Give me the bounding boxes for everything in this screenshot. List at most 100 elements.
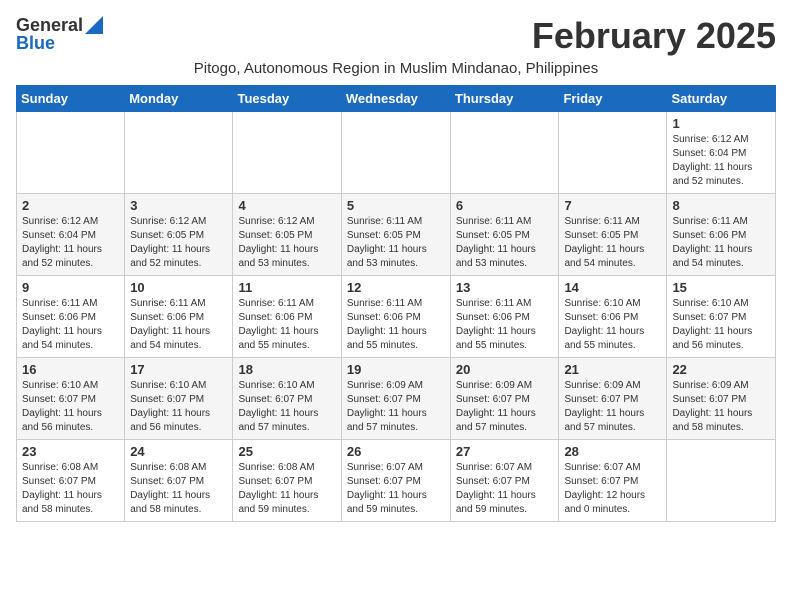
day-header-friday: Friday <box>559 85 667 111</box>
day-info: Sunrise: 6:10 AM Sunset: 6:07 PM Dayligh… <box>22 379 119 435</box>
day-number: 2 <box>22 198 119 213</box>
calendar-cell: 17Sunrise: 6:10 AM Sunset: 6:07 PM Dayli… <box>125 357 233 439</box>
calendar-cell: 3 Sunrise: 6:12 AM Sunset: 6:05 PM Daylig… <box>125 193 233 275</box>
day-number: 24 <box>130 444 227 459</box>
day-header-sunday: Sunday <box>17 85 125 111</box>
day-number: 10 <box>130 280 227 295</box>
calendar-cell: 18 Sunrise: 6:10 AM Sunset: 6:07 PM Dayli… <box>233 357 341 439</box>
logo: General Blue <box>16 16 103 52</box>
day-info: Sunrise: 6:11 AM Sunset: 6:06 PM Dayligh… <box>672 215 770 271</box>
calendar-cell <box>233 111 341 193</box>
calendar-cell: 27 Sunrise: 6:07 AM Sunset: 6:07 PM Dayli… <box>450 439 559 521</box>
calendar-cell: 15 Sunrise: 6:10 AM Sunset: 6:07 PM Dayli… <box>667 275 776 357</box>
day-header-tuesday: Tuesday <box>233 85 341 111</box>
calendar-cell: 24Sunrise: 6:08 AM Sunset: 6:07 PM Dayli… <box>125 439 233 521</box>
day-info: Sunrise: 6:08 AM Sunset: 6:07 PM Dayligh… <box>22 461 119 517</box>
calendar-cell: 9 Sunrise: 6:11 AM Sunset: 6:06 PM Daylig… <box>17 275 125 357</box>
calendar-cell: 23 Sunrise: 6:08 AM Sunset: 6:07 PM Dayli… <box>17 439 125 521</box>
calendar-cell <box>341 111 450 193</box>
day-header-wednesday: Wednesday <box>341 85 450 111</box>
location-title: Pitogo, Autonomous Region in Muslim Mind… <box>16 60 776 77</box>
calendar-cell: 12 Sunrise: 6:11 AM Sunset: 6:06 PM Dayli… <box>341 275 450 357</box>
day-header-saturday: Saturday <box>667 85 776 111</box>
calendar-cell: 26Sunrise: 6:07 AM Sunset: 6:07 PM Dayli… <box>341 439 450 521</box>
day-info: Sunrise: 6:11 AM Sunset: 6:06 PM Dayligh… <box>456 297 554 353</box>
day-number: 22 <box>672 362 770 377</box>
day-info: Sunrise: 6:07 AM Sunset: 6:07 PM Dayligh… <box>456 461 554 517</box>
day-header-thursday: Thursday <box>450 85 559 111</box>
calendar-cell <box>667 439 776 521</box>
day-number: 18 <box>238 362 335 377</box>
calendar-cell: 4Sunrise: 6:12 AM Sunset: 6:05 PM Daylig… <box>233 193 341 275</box>
calendar-cell: 1 Sunrise: 6:12 AM Sunset: 6:04 PM Daylig… <box>667 111 776 193</box>
calendar-cell: 16 Sunrise: 6:10 AM Sunset: 6:07 PM Dayli… <box>17 357 125 439</box>
day-info: Sunrise: 6:09 AM Sunset: 6:07 PM Dayligh… <box>456 379 554 435</box>
calendar-cell <box>125 111 233 193</box>
calendar-cell: 10Sunrise: 6:11 AM Sunset: 6:06 PM Dayli… <box>125 275 233 357</box>
calendar-week-row: 16 Sunrise: 6:10 AM Sunset: 6:07 PM Dayli… <box>17 357 776 439</box>
day-number: 23 <box>22 444 119 459</box>
calendar-cell: 22 Sunrise: 6:09 AM Sunset: 6:07 PM Dayli… <box>667 357 776 439</box>
day-number: 6 <box>456 198 554 213</box>
calendar-cell: 6 Sunrise: 6:11 AM Sunset: 6:05 PM Daylig… <box>450 193 559 275</box>
calendar-cell <box>17 111 125 193</box>
day-info: Sunrise: 6:10 AM Sunset: 6:07 PM Dayligh… <box>672 297 770 353</box>
calendar-cell: 20 Sunrise: 6:09 AM Sunset: 6:07 PM Dayli… <box>450 357 559 439</box>
day-number: 9 <box>22 280 119 295</box>
calendar-cell: 25Sunrise: 6:08 AM Sunset: 6:07 PM Dayli… <box>233 439 341 521</box>
day-number: 11 <box>238 280 335 295</box>
day-number: 20 <box>456 362 554 377</box>
day-number: 25 <box>238 444 335 459</box>
logo-general: General <box>16 16 83 34</box>
day-number: 8 <box>672 198 770 213</box>
calendar-cell: 13 Sunrise: 6:11 AM Sunset: 6:06 PM Dayli… <box>450 275 559 357</box>
calendar-week-row: 2 Sunrise: 6:12 AM Sunset: 6:04 PM Daylig… <box>17 193 776 275</box>
day-info: Sunrise: 6:10 AM Sunset: 6:06 PM Dayligh… <box>564 297 661 353</box>
day-number: 3 <box>130 198 227 213</box>
day-number: 16 <box>22 362 119 377</box>
calendar-cell: 14 Sunrise: 6:10 AM Sunset: 6:06 PM Dayli… <box>559 275 667 357</box>
calendar-cell: 21Sunrise: 6:09 AM Sunset: 6:07 PM Dayli… <box>559 357 667 439</box>
day-number: 1 <box>672 116 770 131</box>
day-number: 5 <box>347 198 445 213</box>
day-number: 19 <box>347 362 445 377</box>
day-info: Sunrise: 6:11 AM Sunset: 6:06 PM Dayligh… <box>22 297 119 353</box>
calendar-cell: 7Sunrise: 6:11 AM Sunset: 6:05 PM Daylig… <box>559 193 667 275</box>
day-info: Sunrise: 6:12 AM Sunset: 6:04 PM Dayligh… <box>22 215 119 271</box>
day-number: 27 <box>456 444 554 459</box>
day-info: Sunrise: 6:12 AM Sunset: 6:05 PM Dayligh… <box>130 215 227 271</box>
day-number: 12 <box>347 280 445 295</box>
day-info: Sunrise: 6:10 AM Sunset: 6:07 PM Dayligh… <box>130 379 227 435</box>
calendar-cell: 8 Sunrise: 6:11 AM Sunset: 6:06 PM Daylig… <box>667 193 776 275</box>
calendar-cell: 2 Sunrise: 6:12 AM Sunset: 6:04 PM Daylig… <box>17 193 125 275</box>
calendar-header-row: SundayMondayTuesdayWednesdayThursdayFrid… <box>17 85 776 111</box>
day-info: Sunrise: 6:11 AM Sunset: 6:06 PM Dayligh… <box>347 297 445 353</box>
day-info: Sunrise: 6:11 AM Sunset: 6:06 PM Dayligh… <box>238 297 335 353</box>
day-number: 7 <box>564 198 661 213</box>
day-number: 4 <box>238 198 335 213</box>
calendar-week-row: 9 Sunrise: 6:11 AM Sunset: 6:06 PM Daylig… <box>17 275 776 357</box>
logo-triangle-icon <box>85 16 103 34</box>
day-info: Sunrise: 6:09 AM Sunset: 6:07 PM Dayligh… <box>564 379 661 435</box>
day-info: Sunrise: 6:10 AM Sunset: 6:07 PM Dayligh… <box>238 379 335 435</box>
day-info: Sunrise: 6:12 AM Sunset: 6:04 PM Dayligh… <box>672 133 770 189</box>
calendar-cell: 11 Sunrise: 6:11 AM Sunset: 6:06 PM Dayli… <box>233 275 341 357</box>
day-info: Sunrise: 6:09 AM Sunset: 6:07 PM Dayligh… <box>672 379 770 435</box>
calendar-week-row: 23 Sunrise: 6:08 AM Sunset: 6:07 PM Dayli… <box>17 439 776 521</box>
day-number: 14 <box>564 280 661 295</box>
day-number: 15 <box>672 280 770 295</box>
day-header-monday: Monday <box>125 85 233 111</box>
day-number: 13 <box>456 280 554 295</box>
calendar-cell: 28Sunrise: 6:07 AM Sunset: 6:07 PM Dayli… <box>559 439 667 521</box>
day-info: Sunrise: 6:11 AM Sunset: 6:05 PM Dayligh… <box>347 215 445 271</box>
day-info: Sunrise: 6:09 AM Sunset: 6:07 PM Dayligh… <box>347 379 445 435</box>
calendar-week-row: 1 Sunrise: 6:12 AM Sunset: 6:04 PM Daylig… <box>17 111 776 193</box>
calendar-cell: 19 Sunrise: 6:09 AM Sunset: 6:07 PM Dayli… <box>341 357 450 439</box>
day-info: Sunrise: 6:11 AM Sunset: 6:05 PM Dayligh… <box>456 215 554 271</box>
calendar-table: SundayMondayTuesdayWednesdayThursdayFrid… <box>16 85 776 522</box>
day-number: 26 <box>347 444 445 459</box>
calendar-cell <box>559 111 667 193</box>
page-header: General Blue February 2025 <box>16 16 776 56</box>
day-info: Sunrise: 6:07 AM Sunset: 6:07 PM Dayligh… <box>564 461 661 517</box>
logo-blue: Blue <box>16 34 55 52</box>
